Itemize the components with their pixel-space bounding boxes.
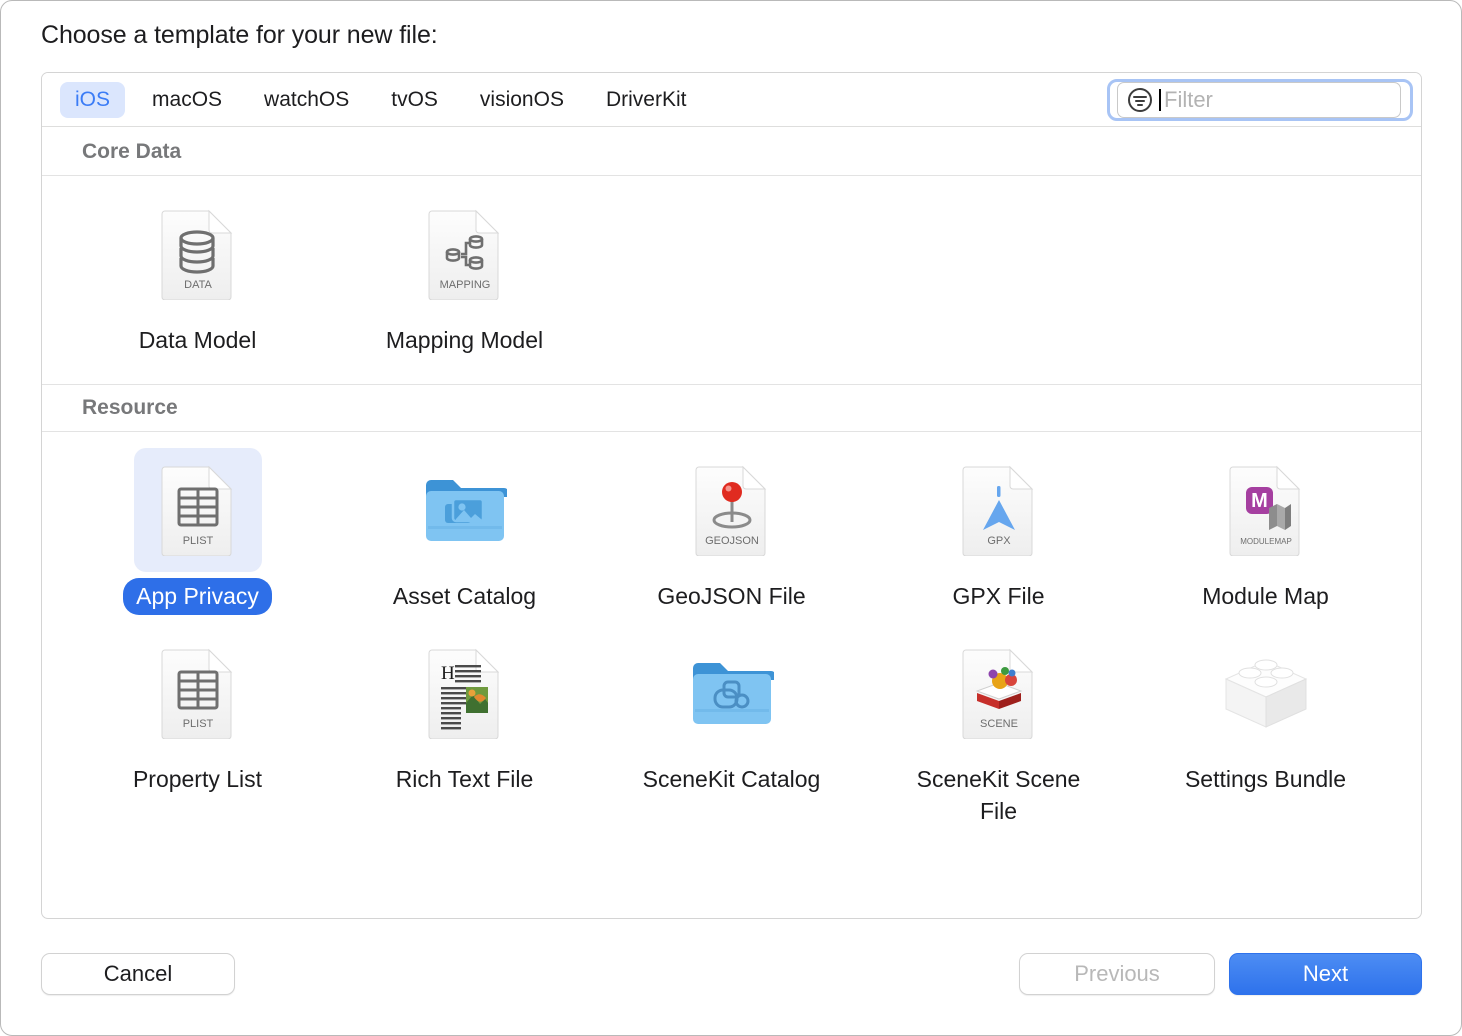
svg-text:PLIST: PLIST — [182, 718, 213, 730]
page-title: Choose a template for your new file: — [41, 21, 438, 49]
new-file-template-dialog: Choose a template for your new file: iOS… — [0, 0, 1462, 1036]
tab-macos[interactable]: macOS — [137, 82, 237, 118]
filter-field-inner[interactable]: Filter — [1117, 82, 1401, 118]
folder-assets-icon[interactable] — [401, 448, 529, 572]
template-item[interactable]: H Rich Text File — [331, 615, 598, 830]
template-item[interactable]: GEOJSON GeoJSON File — [598, 432, 865, 616]
template-item-label: App Privacy — [123, 577, 272, 616]
grid-spacer — [42, 831, 1421, 855]
tab-tvos[interactable]: tvOS — [376, 82, 453, 118]
tab-driverkit[interactable]: DriverKit — [591, 82, 702, 118]
tab-watchos[interactable]: watchOS — [249, 82, 364, 118]
document-mapping-icon[interactable]: MAPPING — [401, 192, 529, 316]
section-header-core-data: Core Data — [42, 128, 1421, 176]
svg-text:SCENE: SCENE — [980, 718, 1018, 730]
template-grid: DATA Data Model MAPPING Mapping Model — [42, 176, 1421, 360]
template-item[interactable]: MAPPING Mapping Model — [331, 176, 598, 360]
tab-visionos[interactable]: visionOS — [465, 82, 579, 118]
svg-text:GPX: GPX — [987, 535, 1011, 547]
svg-text:DATA: DATA — [184, 279, 212, 291]
svg-text:PLIST: PLIST — [182, 535, 213, 547]
document-geojson-icon[interactable]: GEOJSON — [668, 448, 796, 572]
folder-scenekit-icon[interactable] — [668, 631, 796, 755]
template-grid: PLIST App Privacy Asset Catalog GEOJSON GeoJ… — [42, 432, 1421, 831]
svg-text:H: H — [441, 663, 455, 684]
bundle-brick-icon[interactable] — [1202, 631, 1330, 755]
template-item[interactable]: M MODULEMAP Module Map — [1132, 432, 1399, 616]
template-item-label: Asset Catalog — [392, 582, 537, 609]
svg-text:MAPPING: MAPPING — [439, 279, 490, 291]
dialog-button-bar: Cancel Previous Next — [1, 953, 1461, 1003]
document-scene-icon[interactable]: SCENE — [935, 631, 1063, 755]
template-item-label: Property List — [132, 766, 263, 793]
filter-placeholder: Filter — [1164, 87, 1213, 112]
template-item[interactable]: Asset Catalog — [331, 432, 598, 616]
template-list-scroll-area[interactable]: Core Data DATA Data Model MAPPING Mapping Mo… — [42, 128, 1421, 918]
template-browser-panel: iOS macOS watchOS tvOS visionOS DriverKit Fil… — [41, 72, 1422, 919]
tab-ios[interactable]: iOS — [60, 81, 126, 118]
template-item-label: GeoJSON File — [657, 582, 806, 609]
template-item-label: Mapping Model — [385, 327, 544, 353]
template-item-label: SceneKit Scene File — [916, 766, 1081, 825]
document-data-icon[interactable]: DATA — [134, 192, 262, 316]
filter-circle-icon[interactable] — [1127, 87, 1153, 113]
svg-text:M: M — [1251, 490, 1268, 512]
template-item[interactable]: SceneKit Catalog — [598, 615, 865, 830]
svg-text:GEOJSON: GEOJSON — [705, 535, 759, 547]
template-item-label: SceneKit Catalog — [642, 766, 821, 793]
text-cursor — [1159, 89, 1161, 111]
section-header-resource: Resource — [42, 383, 1421, 432]
template-item[interactable]: SCENE SceneKit Scene File — [865, 615, 1132, 830]
template-item[interactable]: PLIST Property List — [64, 615, 331, 830]
template-item-label: GPX File — [952, 582, 1045, 609]
document-gpx-icon[interactable]: GPX — [935, 448, 1063, 572]
template-item-label: Rich Text File — [395, 766, 534, 793]
document-plist-icon[interactable]: PLIST — [133, 447, 262, 572]
template-item-label: Data Model — [138, 327, 257, 353]
template-item[interactable]: DATA Data Model — [64, 176, 331, 360]
template-item[interactable]: Settings Bundle — [1132, 615, 1399, 830]
document-plist-icon[interactable]: PLIST — [134, 631, 262, 755]
template-item-label: Settings Bundle — [1184, 766, 1347, 793]
filter-field[interactable]: Filter — [1107, 79, 1413, 121]
template-item[interactable]: GPX GPX File — [865, 432, 1132, 616]
previous-button[interactable]: Previous — [1019, 953, 1215, 995]
document-richtext-icon[interactable]: H — [401, 631, 529, 755]
grid-spacer — [42, 360, 1421, 384]
platform-tab-bar: iOS macOS watchOS tvOS visionOS DriverKit Fil… — [42, 73, 1421, 127]
template-item[interactable]: PLIST App Privacy — [64, 432, 331, 616]
document-modulemap-icon[interactable]: M MODULEMAP — [1202, 448, 1330, 572]
next-button[interactable]: Next — [1229, 953, 1422, 995]
cancel-button[interactable]: Cancel — [41, 953, 235, 995]
template-item-label: Module Map — [1202, 582, 1329, 609]
svg-text:MODULEMAP: MODULEMAP — [1240, 537, 1292, 546]
